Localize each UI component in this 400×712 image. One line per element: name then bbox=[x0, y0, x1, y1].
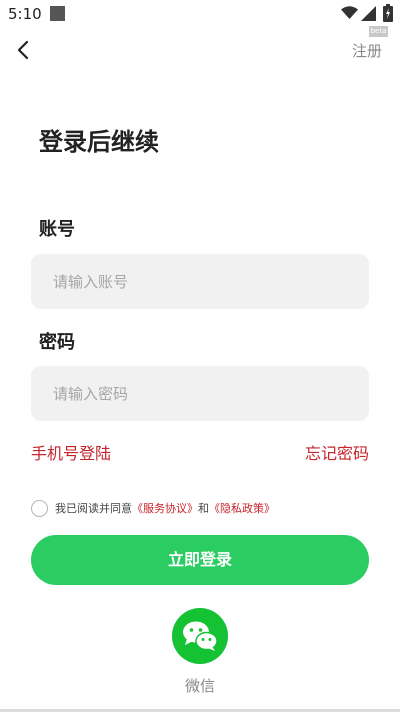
notification-icon bbox=[50, 6, 65, 21]
account-input[interactable] bbox=[31, 254, 369, 309]
account-label: 账号 bbox=[39, 219, 75, 240]
status-time: 5:10 bbox=[8, 5, 42, 23]
agreement-checkbox[interactable] bbox=[31, 499, 48, 517]
wifi-icon bbox=[341, 6, 358, 19]
beta-badge: beta bbox=[369, 26, 388, 37]
password-input[interactable] bbox=[31, 366, 369, 421]
forgot-password-link[interactable]: 忘记密码 bbox=[305, 440, 369, 464]
agreement-and: 和 bbox=[198, 502, 209, 515]
agreement-row: 我已阅读并同意 《服务协议》 和 《隐私政策》 bbox=[31, 499, 275, 517]
login-screen: 5:10 beta 注册 登录后继续 账号 密码 手机号登陆 忘记密码 我已阅读… bbox=[0, 0, 400, 712]
privacy-policy-link[interactable]: 《隐私政策》 bbox=[209, 500, 275, 516]
login-button[interactable]: 立即登录 bbox=[31, 535, 369, 585]
page-title: 登录后继续 bbox=[39, 128, 159, 156]
wechat-label: 微信 bbox=[184, 677, 215, 695]
register-link[interactable]: 注册 bbox=[352, 40, 382, 61]
password-label: 密码 bbox=[39, 332, 75, 353]
status-bar: 5:10 bbox=[0, 0, 400, 28]
signal-icon bbox=[361, 6, 376, 21]
phone-login-link[interactable]: 手机号登陆 bbox=[31, 440, 111, 464]
service-agreement-link[interactable]: 《服务协议》 bbox=[132, 500, 198, 516]
agreement-prefix: 我已阅读并同意 bbox=[55, 502, 132, 515]
wechat-icon bbox=[183, 621, 218, 651]
wechat-login-button[interactable] bbox=[172, 608, 228, 664]
battery-icon bbox=[383, 4, 393, 22]
back-icon[interactable] bbox=[12, 38, 36, 62]
